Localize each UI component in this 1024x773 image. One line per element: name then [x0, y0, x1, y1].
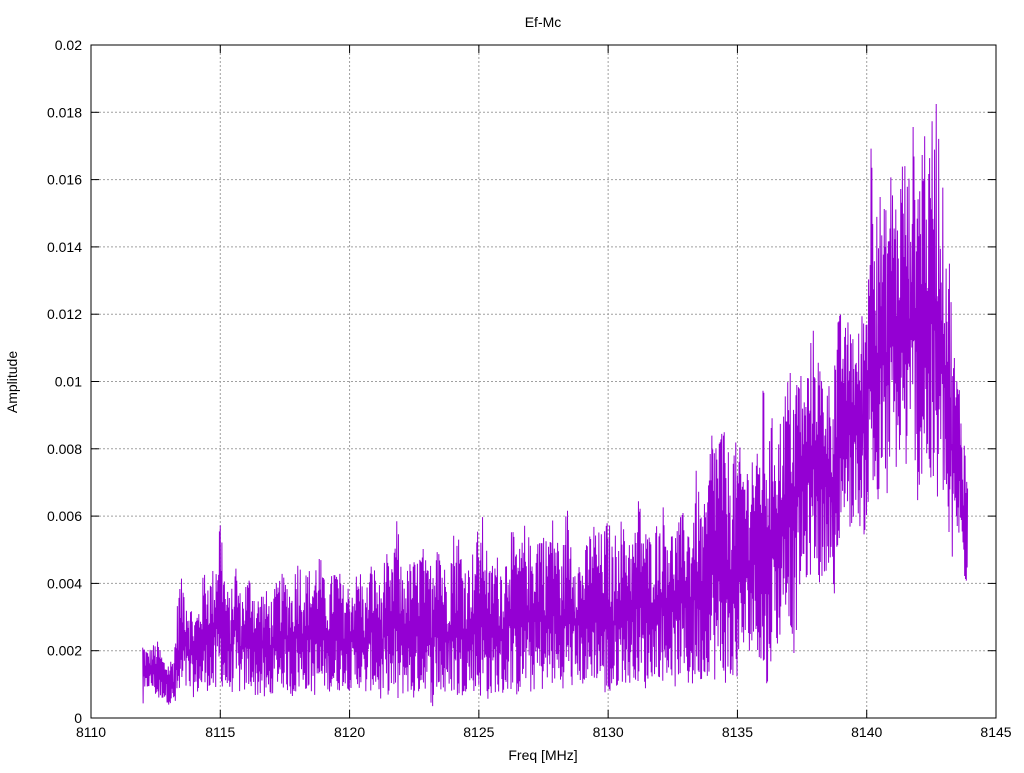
x-tick-label: 8140 — [851, 724, 882, 740]
y-tick-label: 0.004 — [47, 575, 82, 591]
y-tick-label: 0.002 — [47, 643, 82, 659]
chart-svg: 8110 8115 8120 8125 8130 8135 8140 8145 0 0.002 0.… — [4, 14, 1012, 763]
x-tick-label: 8120 — [334, 724, 365, 740]
y-tick-label: 0.018 — [47, 104, 82, 120]
y-tick-label: 0.012 — [47, 306, 82, 322]
y-tick-label: 0.008 — [47, 441, 82, 457]
x-axis-label: Freq [MHz] — [508, 747, 577, 763]
x-tick-label: 8110 — [76, 724, 106, 740]
y-axis-label: Amplitude — [4, 351, 20, 413]
x-tick-label: 8130 — [593, 724, 624, 740]
y-tick-label: 0.01 — [55, 374, 82, 390]
y-tick-label: 0.014 — [47, 239, 82, 255]
x-tick-label: 8145 — [980, 724, 1011, 740]
y-tick-label: 0.006 — [47, 508, 82, 524]
series-line — [142, 104, 969, 707]
chart-area: 8110 8115 8120 8125 8130 8135 8140 8145 0 0.002 0.… — [0, 0, 1024, 768]
data-series — [142, 104, 969, 707]
y-tick-label: 0 — [74, 710, 82, 726]
chart-title: Ef-Mc — [525, 14, 562, 30]
y-tick-label: 0.016 — [47, 172, 82, 188]
x-tick-label: 8125 — [463, 724, 494, 740]
x-tick-label: 8135 — [722, 724, 753, 740]
y-tick-label: 0.02 — [55, 37, 82, 53]
x-tick-label: 8115 — [205, 724, 235, 740]
